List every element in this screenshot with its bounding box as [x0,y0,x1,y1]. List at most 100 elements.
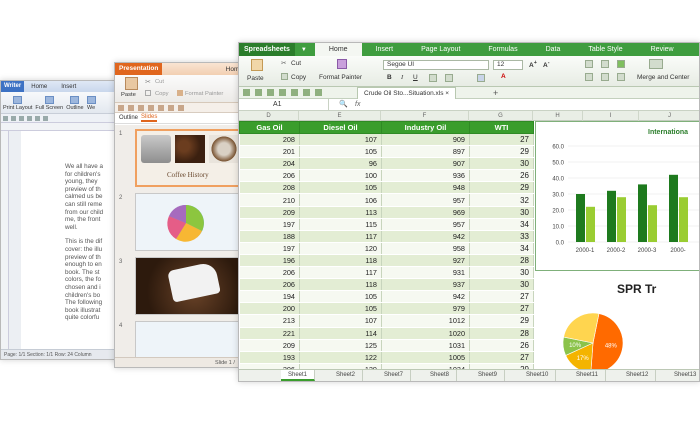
sheet-tab[interactable]: Sheet7 [377,370,412,381]
sheet-tab[interactable]: Sheet10 [519,370,557,381]
table-cell[interactable]: 1031 [381,339,470,352]
writer-tab-insert[interactable]: Insert [54,84,83,90]
tab-slides[interactable]: Slides [141,114,158,122]
table-cell[interactable]: 96 [299,157,382,171]
table-row[interactable]: 193 122 1005 27 [239,351,534,364]
tab-formulas[interactable]: Formulas [474,43,531,56]
format-painter-button[interactable]: Format Painter [185,91,223,97]
spreadsheet-logo[interactable]: Spreadsheets [239,43,295,56]
tab-home[interactable]: Home [314,43,362,56]
table-cell[interactable]: 221 [239,327,300,340]
table-cell[interactable]: 30 [469,206,534,219]
table-cell[interactable]: 957 [381,218,470,231]
table-row[interactable]: 208 105 948 29 [239,181,534,195]
redo-icon[interactable] [43,115,48,121]
spreadsheet-grid[interactable]: Gas Oil Diesel Oil Industry Oil WTI 208 1… [239,121,535,381]
tab-insert[interactable]: Insert [362,43,408,56]
align-bottom-icon[interactable] [617,73,625,81]
writer-logo[interactable]: Writer [1,81,25,92]
table-cell[interactable]: 120 [299,242,382,255]
table-cell[interactable]: 105 [299,145,382,159]
column-header-f[interactable]: F [381,111,469,121]
table-cell[interactable]: 979 [381,302,470,316]
align-right-icon[interactable] [617,60,625,68]
column-header-i[interactable]: I [583,111,639,121]
table-cell[interactable]: 100 [299,169,382,183]
table-cell[interactable]: 115 [299,218,382,231]
name-box[interactable]: A1 [239,99,329,110]
save-icon[interactable] [267,89,274,96]
table-cell[interactable]: 125 [299,339,382,352]
table-cell[interactable]: 32 [469,193,534,207]
table-cell[interactable]: 907 [381,157,470,171]
undo-icon[interactable] [35,115,40,121]
table-cell[interactable]: 204 [239,157,300,171]
cut-button[interactable]: Cut [291,60,301,67]
table-cell[interactable]: 193 [239,351,300,364]
column-header-d[interactable]: D [239,111,299,121]
format-painter-button[interactable]: Format Painter [319,74,362,81]
font-color-icon[interactable]: A [501,73,506,80]
bar-chart[interactable]: Internationa 60.0 50.0 40.0 30.0 20.0 10.0 0.0 2… [535,121,699,271]
table-cell[interactable]: 201 [239,145,300,159]
copy-button[interactable]: Copy [155,91,169,97]
tab-table-style[interactable]: Table Style [574,43,636,56]
table-cell[interactable]: 1012 [381,314,470,328]
column-header-g[interactable]: G [469,111,533,121]
table-cell[interactable]: 209 [239,339,300,352]
sheet-tab[interactable]: Sheet12 [619,370,657,381]
table-cell[interactable]: 206 [239,266,300,280]
table-cell[interactable]: 29 [469,145,534,159]
fx-icon[interactable]: fx [355,99,360,110]
table-cell[interactable]: 28 [469,254,534,268]
slide-1[interactable]: Coffee History [135,129,253,187]
table-cell[interactable]: 213 [239,314,300,328]
slide-3[interactable] [135,257,253,315]
table-cell[interactable]: 107 [299,133,382,147]
table-row[interactable]: 204 96 907 30 [239,157,534,171]
paste-button[interactable]: Paste [121,92,136,98]
table-cell[interactable]: 29 [469,314,534,328]
column-header-j[interactable]: J [639,111,699,121]
print-icon[interactable] [148,104,154,111]
table-row[interactable]: 196 118 927 28 [239,254,534,268]
paste-icon[interactable] [251,59,263,71]
borders-icon[interactable] [429,74,437,82]
table-row[interactable]: 201 105 897 29 [239,145,534,159]
new-icon[interactable] [243,89,250,96]
table-cell[interactable]: 30 [469,157,534,171]
align-middle-icon[interactable] [601,73,609,81]
table-cell[interactable]: 206 [239,169,300,183]
outline-button[interactable]: Outline [66,96,84,111]
new-icon[interactable] [118,104,124,111]
web-layout-button[interactable]: We [86,96,96,111]
save-icon[interactable] [138,104,144,111]
table-cell[interactable]: 208 [239,133,300,147]
print-icon[interactable] [279,89,286,96]
slide-thumbnail[interactable]: 3 [115,257,253,317]
table-cell[interactable]: 117 [299,266,382,280]
open-icon[interactable] [11,115,16,121]
table-row[interactable]: 197 115 957 34 [239,218,534,231]
tab-review[interactable]: Review [637,43,688,56]
sheet-tab[interactable]: Sheet13 [667,370,699,381]
table-row[interactable]: 213 107 1012 29 [239,314,534,328]
sheet-tab[interactable]: Sheet11 [569,370,606,381]
table-row[interactable]: 188 117 942 33 [239,230,534,243]
table-cell[interactable]: 118 [299,278,382,292]
table-cell[interactable]: 937 [381,278,470,292]
table-cell[interactable]: 958 [381,242,470,255]
table-cell[interactable]: 27 [469,133,534,147]
copy-icon[interactable] [281,73,288,80]
bold-icon[interactable]: B [387,74,392,81]
table-row[interactable]: 209 125 1031 26 [239,339,534,352]
sheet-tab[interactable]: Sheet8 [423,370,458,381]
menu-dropdown-icon[interactable]: ▼ [301,47,307,53]
table-row[interactable]: 210 106 957 32 [239,193,534,207]
table-row[interactable]: 208 107 909 27 [239,133,534,147]
copy-icon[interactable] [145,90,151,96]
tab-data[interactable]: Data [532,43,575,56]
new-tab-icon[interactable]: + [493,87,498,99]
header-gas-oil[interactable]: Gas Oil [239,121,300,134]
table-cell[interactable]: 29 [469,181,534,195]
